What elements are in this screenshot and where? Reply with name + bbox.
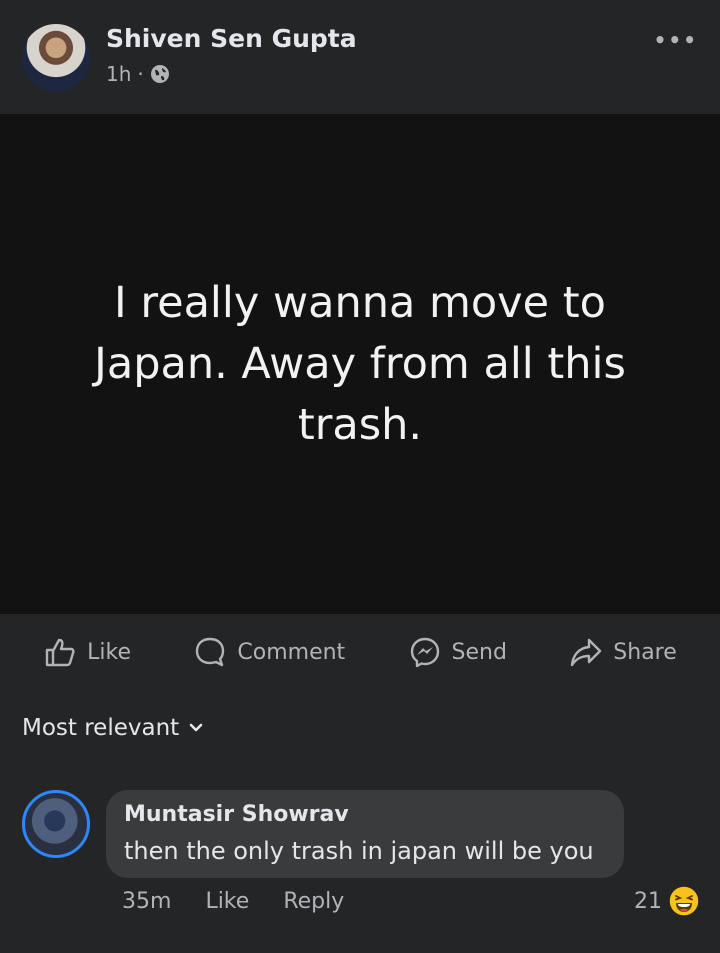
post-header: Shiven Sen Gupta 1h · •••	[0, 0, 720, 114]
author-name[interactable]: Shiven Sen Gupta	[106, 24, 357, 53]
share-label: Share	[613, 639, 677, 665]
sort-label: Most relevant	[22, 715, 180, 741]
like-button[interactable]: Like	[43, 635, 131, 669]
comment-sort-dropdown[interactable]: Most relevant	[22, 715, 203, 741]
post-time[interactable]: 1h	[106, 62, 131, 86]
send-label: Send	[451, 639, 507, 665]
share-icon	[571, 638, 602, 667]
comment-time[interactable]: 35m	[122, 889, 171, 914]
post-text: I really wanna move to Japan. Away from …	[94, 277, 626, 450]
comment-icon	[196, 637, 225, 667]
comment-reactions[interactable]: 21	[634, 885, 700, 917]
comment-label: Comment	[237, 639, 346, 665]
thumbs-up-icon	[45, 638, 75, 667]
post-actions-bar: Like Comment Send Share	[0, 614, 720, 690]
share-button[interactable]: Share	[569, 635, 677, 669]
send-button[interactable]: Send	[408, 635, 507, 669]
comment-text: then the only trash in japan will be you	[124, 837, 594, 865]
like-label: Like	[87, 639, 132, 665]
messenger-icon	[410, 637, 439, 668]
globe-icon[interactable]	[150, 64, 170, 84]
comment-like-button[interactable]: Like	[205, 889, 249, 914]
commenter-avatar[interactable]	[22, 790, 90, 858]
reaction-count: 21	[634, 888, 662, 914]
comment-button[interactable]: Comment	[193, 635, 345, 669]
meta-separator: ·	[137, 62, 144, 86]
post-meta: 1h ·	[106, 62, 170, 86]
comment-reply-button[interactable]: Reply	[283, 889, 344, 914]
commenter-name[interactable]: Muntasir Showrav	[124, 802, 349, 827]
post-content: I really wanna move to Japan. Away from …	[0, 114, 720, 614]
chevron-down-icon	[189, 723, 203, 732]
more-options-icon[interactable]: •••	[654, 28, 698, 52]
comment-actions: 35m Like Reply	[122, 889, 344, 914]
laughing-emoji-icon	[668, 885, 700, 917]
author-avatar[interactable]	[22, 24, 90, 92]
comment-bubble: Muntasir Showrav then the only trash in …	[106, 790, 624, 878]
